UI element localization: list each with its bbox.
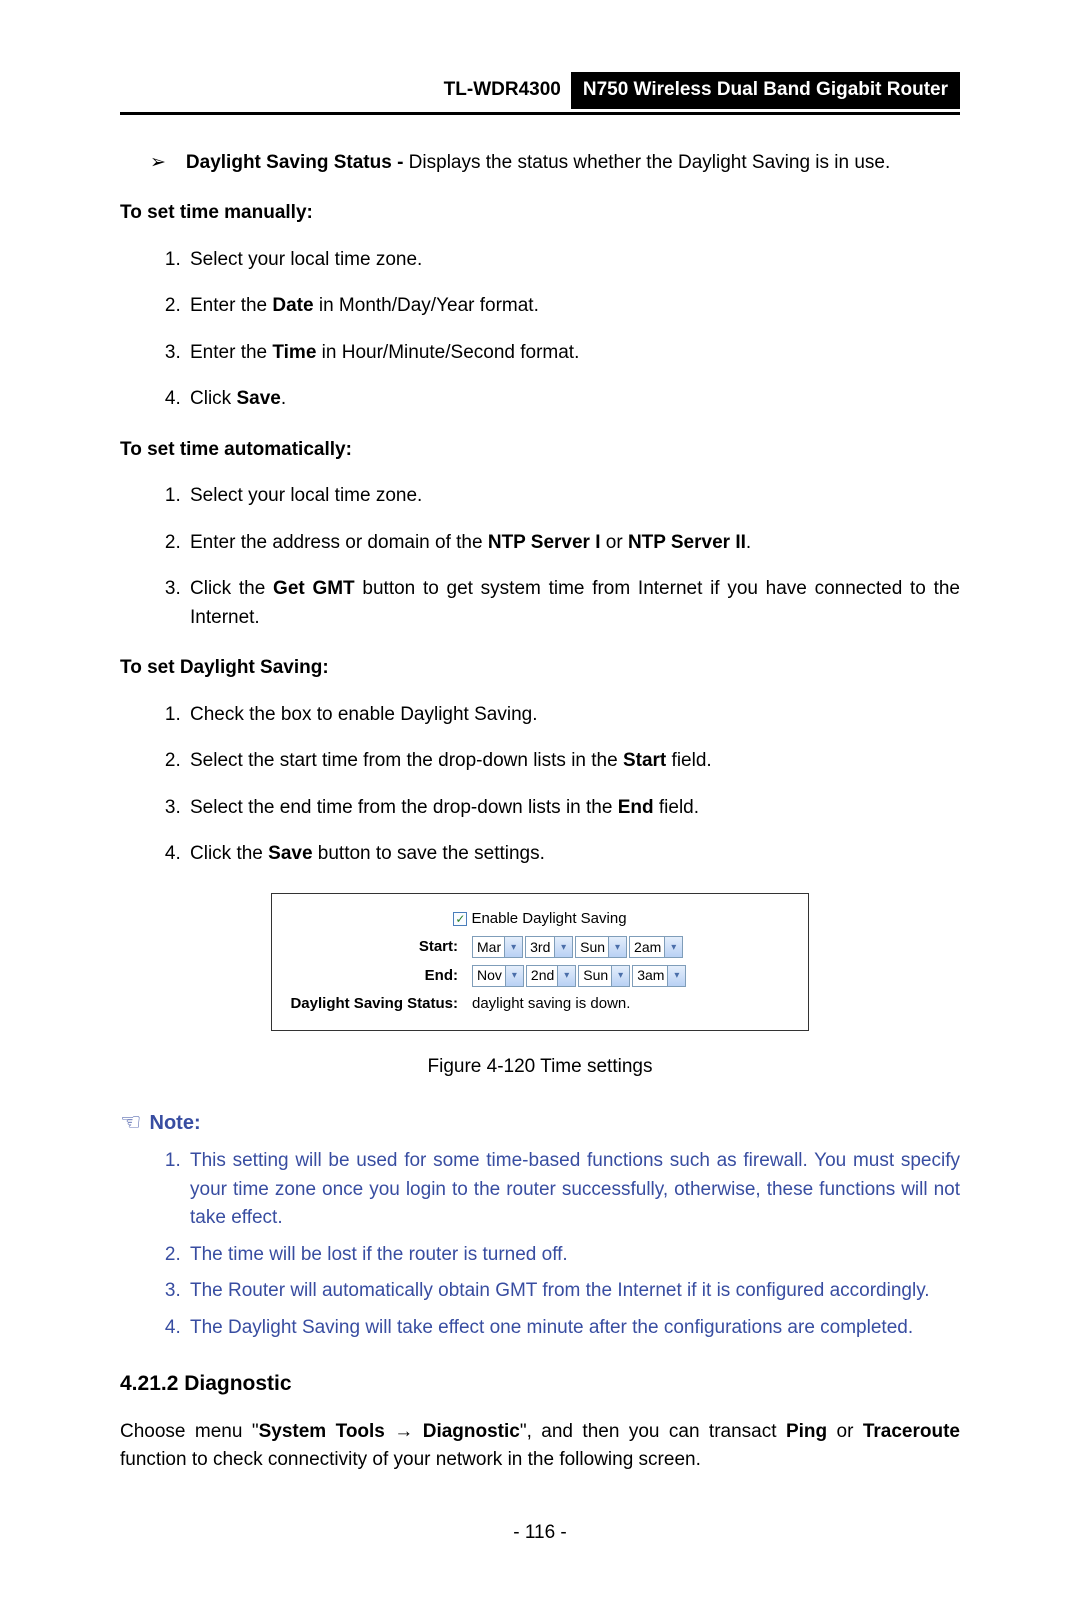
manual-step-3: Enter the Time in Hour/Minute/Second for… xyxy=(186,339,960,368)
dst-step-2: Select the start time from the drop-down… xyxy=(186,747,960,776)
dst-step-3: Select the end time from the drop-down l… xyxy=(186,794,960,823)
diagnostic-heading: 4.21.2 Diagnostic xyxy=(120,1368,960,1400)
start-day-select[interactable]: Sun▾ xyxy=(575,936,627,958)
dst-status-label: Daylight Saving Status: xyxy=(282,993,472,1016)
chevron-down-icon: ▾ xyxy=(664,937,682,957)
auto-steps: Select your local time zone. Enter the a… xyxy=(120,482,960,632)
hand-icon: ☞ xyxy=(120,1105,142,1141)
bullet-text: Daylight Saving Status - Displays the st… xyxy=(186,149,890,178)
start-week-select[interactable]: 3rd▾ xyxy=(525,936,573,958)
page-header: TL-WDR4300 N750 Wireless Dual Band Gigab… xyxy=(120,72,960,115)
chevron-down-icon: ▾ xyxy=(611,966,629,986)
manual-title: To set time manually: xyxy=(120,199,960,228)
auto-title: To set time automatically: xyxy=(120,436,960,465)
dst-steps: Check the box to enable Daylight Saving.… xyxy=(120,701,960,869)
product-name: N750 Wireless Dual Band Gigabit Router xyxy=(571,72,960,109)
dst-step-1: Check the box to enable Daylight Saving. xyxy=(186,701,960,730)
end-row: End: Nov▾ 2nd▾ Sun▾ 3am▾ xyxy=(282,965,798,988)
manual-steps: Select your local time zone. Enter the D… xyxy=(120,246,960,414)
start-hour-select[interactable]: 2am▾ xyxy=(629,936,683,958)
note-2: The time will be lost if the router is t… xyxy=(186,1241,960,1270)
chevron-down-icon: ▾ xyxy=(557,966,575,986)
note-list: This setting will be used for some time-… xyxy=(120,1147,960,1342)
chevron-down-icon: ▾ xyxy=(608,937,626,957)
auto-step-2: Enter the address or domain of the NTP S… xyxy=(186,529,960,558)
chevron-down-icon: ▾ xyxy=(667,966,685,986)
end-label: End: xyxy=(282,965,472,988)
diagnostic-paragraph: Choose menu "System Tools → Diagnostic",… xyxy=(120,1418,960,1475)
note-title: Note: xyxy=(150,1108,201,1138)
chevron-down-icon: ▾ xyxy=(554,937,572,957)
start-label: Start: xyxy=(282,936,472,959)
auto-step-3: Click the Get GMT button to get system t… xyxy=(186,575,960,632)
start-month-select[interactable]: Mar▾ xyxy=(472,936,523,958)
note-3: The Router will automatically obtain GMT… xyxy=(186,1277,960,1306)
enable-dst-label: Enable Daylight Saving xyxy=(471,908,626,931)
end-hour-select[interactable]: 3am▾ xyxy=(632,965,686,987)
dst-title: To set Daylight Saving: xyxy=(120,654,960,683)
manual-step-1: Select your local time zone. xyxy=(186,246,960,275)
enable-dst-row: ✓ Enable Daylight Saving xyxy=(282,908,798,931)
enable-dst-checkbox[interactable]: ✓ xyxy=(453,912,467,926)
model-number: TL-WDR4300 xyxy=(444,74,571,107)
note-heading: ☞ Note: xyxy=(120,1105,960,1141)
auto-step-1: Select your local time zone. xyxy=(186,482,960,511)
chevron-down-icon: ▾ xyxy=(505,966,523,986)
note-4: The Daylight Saving will take effect one… xyxy=(186,1314,960,1343)
manual-step-2: Enter the Date in Month/Day/Year format. xyxy=(186,292,960,321)
end-week-select[interactable]: 2nd▾ xyxy=(526,965,576,987)
start-row: Start: Mar▾ 3rd▾ Sun▾ 2am▾ xyxy=(282,936,798,959)
dst-status-value: daylight saving is down. xyxy=(472,993,630,1016)
figure-time-settings: ✓ Enable Daylight Saving Start: Mar▾ 3rd… xyxy=(120,893,960,1031)
bullet-daylight-status: ➢ Daylight Saving Status - Displays the … xyxy=(120,149,960,178)
chevron-icon: ➢ xyxy=(150,149,166,178)
chevron-down-icon: ▾ xyxy=(504,937,522,957)
manual-step-4: Click Save. xyxy=(186,385,960,414)
status-row: Daylight Saving Status: daylight saving … xyxy=(282,993,798,1016)
end-day-select[interactable]: Sun▾ xyxy=(578,965,630,987)
page-number: - 116 - xyxy=(0,1519,1080,1548)
dst-step-4: Click the Save button to save the settin… xyxy=(186,840,960,869)
end-month-select[interactable]: Nov▾ xyxy=(472,965,524,987)
note-1: This setting will be used for some time-… xyxy=(186,1147,960,1233)
figure-caption: Figure 4-120 Time settings xyxy=(120,1053,960,1082)
